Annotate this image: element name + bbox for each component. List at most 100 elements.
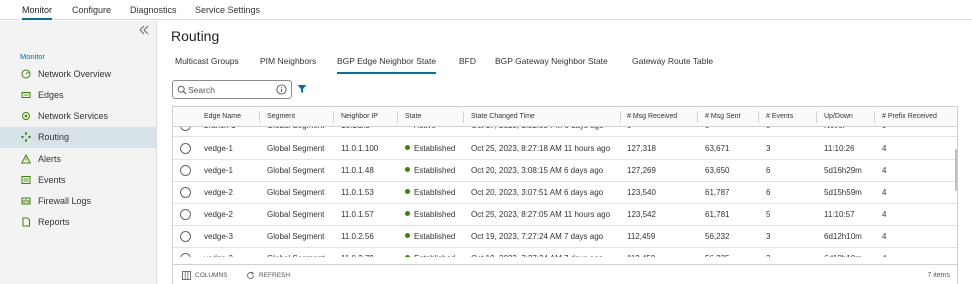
cell-edge-name: vedge-1 — [204, 166, 233, 175]
row-select-radio[interactable] — [180, 253, 191, 257]
search-input[interactable] — [188, 83, 268, 97]
column-header-events[interactable]: # Events — [766, 107, 793, 127]
topnav-tab-diagnostics[interactable]: Diagnostics — [130, 0, 177, 20]
cell-edge-name: vedge-1 — [204, 144, 233, 153]
sidebar-item-label: Reports — [38, 217, 70, 227]
refresh-icon — [247, 271, 254, 279]
tab-bfd[interactable]: BFD — [459, 56, 476, 74]
cell-up-down: 11:10:26 — [824, 144, 855, 153]
column-divider[interactable] — [620, 111, 621, 123]
column-divider[interactable] — [333, 111, 334, 123]
column-header-edge-name[interactable]: Edge Name — [204, 107, 241, 127]
sidebar-item-events[interactable]: Events — [0, 170, 156, 191]
cell-msg-received: 123,540 — [627, 188, 656, 197]
table-scrollbar[interactable] — [955, 149, 957, 191]
filter-icon[interactable] — [297, 84, 307, 94]
state-label: Established — [414, 210, 456, 219]
column-divider[interactable] — [463, 111, 464, 123]
cell-neighbor-ip: 11.0.1.100 — [341, 144, 379, 153]
cell-edge-name: vedge-2 — [204, 210, 233, 219]
cell-events: 3 — [766, 232, 771, 241]
sidebar-item-network-overview[interactable]: Network Overview — [0, 64, 156, 85]
column-header-up-down[interactable]: Up/Down — [824, 107, 853, 127]
topnav-tab-service-settings[interactable]: Service Settings — [195, 0, 260, 20]
column-header-msg-sent[interactable]: # Msg Sent — [705, 107, 740, 127]
table-row[interactable]: branch-1 Global Segment 10.1.2.3 Active … — [173, 127, 957, 137]
sidebar-item-reports[interactable]: Reports — [0, 212, 156, 233]
info-icon[interactable] — [276, 84, 287, 95]
sidebar-item-label: Events — [38, 175, 66, 185]
search-icon — [177, 85, 187, 95]
double-chevron-left-icon[interactable] — [138, 24, 150, 36]
table-row[interactable]: vedge-1 Global Segment 11.0.1.100 Establ… — [173, 138, 957, 160]
cell-msg-sent: 56,232 — [705, 232, 730, 241]
cell-msg-received: 112,459 — [627, 248, 655, 257]
cell-edge-name: vedge-2 — [204, 188, 233, 197]
column-divider[interactable] — [397, 111, 398, 123]
cell-segment: Global Segment — [267, 144, 325, 153]
row-select-radio[interactable] — [180, 127, 191, 131]
tab-bgp-gateway-neighbor-state[interactable]: BGP Gateway Neighbor State — [495, 56, 608, 74]
topnav-tab-monitor[interactable]: Monitor — [22, 0, 53, 20]
cell-events: 0 — [766, 127, 770, 137]
table-row[interactable]: vedge-3 Global Segment 11.0.2.56 Establi… — [173, 226, 957, 248]
alert-triangle-icon — [21, 154, 31, 164]
sidebar-item-firewall-logs[interactable]: Firewall Logs — [0, 191, 156, 212]
topnav-tab-configure[interactable]: Configure — [72, 0, 111, 20]
cell-prefix-received: 4 — [882, 144, 887, 153]
table-row[interactable]: vedge-1 Global Segment 11.0.1.48 Establi… — [173, 160, 957, 182]
events-icon — [21, 176, 31, 184]
cell-state-changed-time: Oct 25, 2023, 8:27:05 AM 11 hours ago — [471, 210, 611, 219]
cell-neighbor-ip: 10.1.2.3 — [341, 127, 370, 137]
column-divider[interactable] — [758, 111, 759, 123]
firewall-icon — [21, 197, 31, 205]
tab-pim-neighbors[interactable]: PIM Neighbors — [260, 56, 316, 74]
column-divider[interactable] — [816, 111, 817, 123]
table-row[interactable]: vedge-3 Global Segment 11.0.2.79 Establi… — [173, 248, 957, 257]
cell-msg-received: 127,269 — [627, 166, 656, 175]
column-divider[interactable] — [259, 111, 260, 123]
cell-edge-name: vedge-3 — [204, 232, 233, 241]
column-header-msg-received[interactable]: # Msg Received — [627, 107, 677, 127]
columns-button[interactable]: COLUMNS — [182, 265, 242, 284]
tab-multicast-groups[interactable]: Multicast Groups — [175, 56, 239, 74]
cell-segment: Global Segment — [267, 232, 325, 241]
column-header-neighbor-ip[interactable]: Neighbor IP — [341, 107, 378, 127]
state-label: Established — [414, 188, 456, 197]
cell-state: Established — [405, 138, 455, 160]
state-label: Established — [414, 166, 456, 175]
column-header-state[interactable]: State — [405, 107, 421, 127]
row-select-radio[interactable] — [180, 165, 191, 176]
sidebar-item-alerts[interactable]: Alerts — [0, 149, 156, 170]
sidebar-item-label: Edges — [38, 90, 64, 100]
sidebar-item-routing[interactable]: Routing — [0, 127, 156, 148]
row-select-radio[interactable] — [180, 209, 191, 220]
cell-state-changed-time: Oct 20, 2023, 3:07:51 AM 6 days ago — [471, 188, 604, 197]
column-header-prefix-received[interactable]: # Prefix Received — [882, 107, 937, 127]
cell-state: Established — [405, 160, 455, 182]
tab-gateway-route-table[interactable]: Gateway Route Table — [632, 56, 713, 74]
row-select-radio[interactable] — [180, 143, 191, 154]
sidebar-item-network-services[interactable]: Network Services — [0, 106, 156, 127]
cell-state: Established — [405, 182, 455, 204]
cell-prefix-received: 4 — [882, 210, 887, 219]
status-dot-established — [405, 189, 410, 195]
column-divider[interactable] — [874, 111, 875, 123]
row-select-radio[interactable] — [180, 231, 191, 242]
cell-state-changed-time: Oct 25, 2023, 8:27:18 AM 11 hours ago — [471, 144, 611, 153]
sidebar-heading: Monitor — [20, 52, 46, 61]
cell-segment: Global Segment — [267, 210, 325, 219]
cell-prefix-received: 4 — [882, 232, 887, 241]
cell-events: 3 — [766, 144, 771, 153]
cell-state: Established — [405, 204, 455, 226]
column-divider[interactable] — [697, 111, 698, 123]
cell-prefix-received: 4 — [882, 248, 886, 257]
table-row[interactable]: vedge-2 Global Segment 11.0.1.57 Establi… — [173, 204, 957, 226]
table-row[interactable]: vedge-2 Global Segment 11.0.1.53 Establi… — [173, 182, 957, 204]
column-header-state-changed-time[interactable]: State Changed Time — [471, 107, 535, 127]
column-header-segment[interactable]: Segment — [267, 107, 295, 127]
row-select-radio[interactable] — [180, 187, 191, 198]
tab-bgp-edge-neighbor-state[interactable]: BGP Edge Neighbor State — [337, 56, 437, 74]
sidebar-item-edges[interactable]: Edges — [0, 85, 156, 106]
refresh-button[interactable]: REFRESH — [246, 265, 306, 284]
